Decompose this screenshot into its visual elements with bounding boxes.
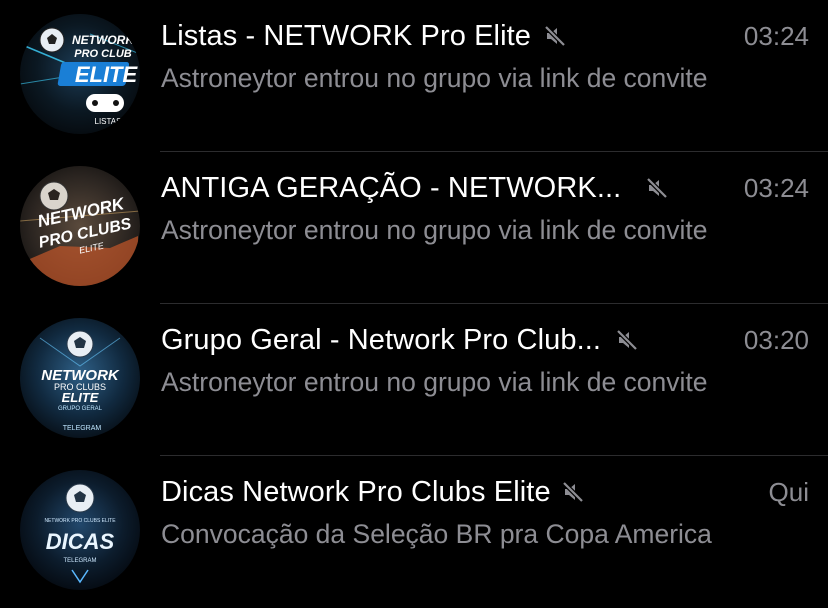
chat-list: NETWORK PRO CLUB ELITE LISTAS Listas - N… xyxy=(0,0,828,592)
avatar-text: ELITE xyxy=(75,62,139,87)
chat-row-antiga-geracao[interactable]: NETWORK PRO CLUBS ELITE ANTIGA GERAÇÃO -… xyxy=(0,152,828,304)
chat-title-line: Grupo Geral - Network Pro Club... xyxy=(161,318,641,362)
group-avatar: NETWORK PRO CLUBS ELITE DICAS TELEGRAM xyxy=(20,470,140,590)
chat-title: Listas - NETWORK Pro Elite xyxy=(161,19,531,52)
avatar-text: LISTAS xyxy=(95,117,122,126)
avatar-text: PRO CLUB xyxy=(74,48,132,60)
group-avatar: NETWORK PRO CLUBS ELITE GRUPO GERAL TELE… xyxy=(20,318,140,438)
avatar-text: GRUPO GERAL xyxy=(58,406,103,412)
chat-row-dicas[interactable]: NETWORK PRO CLUBS ELITE DICAS TELEGRAM D… xyxy=(0,456,828,608)
mute-icon xyxy=(559,478,587,506)
chat-preview: Convocação da Seleção BR pra Copa Americ… xyxy=(161,519,712,549)
mute-icon xyxy=(643,174,671,202)
avatar-text: TELEGRAM xyxy=(63,558,96,564)
avatar-text: NETWORK PRO CLUBS ELITE xyxy=(44,518,116,524)
chat-row-listas[interactable]: NETWORK PRO CLUB ELITE LISTAS Listas - N… xyxy=(0,0,828,152)
chat-title-line: ANTIGA GERAÇÃO - NETWORK... xyxy=(161,166,671,210)
chat-preview: Astroneytor entrou no grupo via link de … xyxy=(161,215,708,245)
avatar-text: ELITE xyxy=(62,390,99,405)
chat-preview: Astroneytor entrou no grupo via link de … xyxy=(161,367,708,397)
avatar-text: DICAS xyxy=(46,529,115,554)
chat-row-grupo-geral[interactable]: NETWORK PRO CLUBS ELITE GRUPO GERAL TELE… xyxy=(0,304,828,456)
chat-title-line: Listas - NETWORK Pro Elite xyxy=(161,14,569,58)
group-avatar: NETWORK PRO CLUB ELITE LISTAS xyxy=(20,14,140,134)
chat-time: Qui xyxy=(768,477,809,507)
chat-title: Dicas Network Pro Clubs Elite xyxy=(161,475,551,508)
chat-title: Grupo Geral - Network Pro Club... xyxy=(161,323,602,356)
avatar-text: NETWORK xyxy=(72,33,135,47)
mute-icon xyxy=(613,326,641,354)
avatar-text: TELEGRAM xyxy=(63,425,102,432)
chat-time: 03:20 xyxy=(743,325,809,355)
mute-icon xyxy=(541,22,569,50)
chat-title-line: Dicas Network Pro Clubs Elite xyxy=(161,470,587,514)
chat-time: 03:24 xyxy=(743,173,809,203)
group-avatar: NETWORK PRO CLUBS ELITE xyxy=(20,166,140,286)
chat-preview: Astroneytor entrou no grupo via link de … xyxy=(161,63,708,93)
chat-title: ANTIGA GERAÇÃO - NETWORK... xyxy=(161,171,622,204)
chat-time: 03:24 xyxy=(743,21,809,51)
